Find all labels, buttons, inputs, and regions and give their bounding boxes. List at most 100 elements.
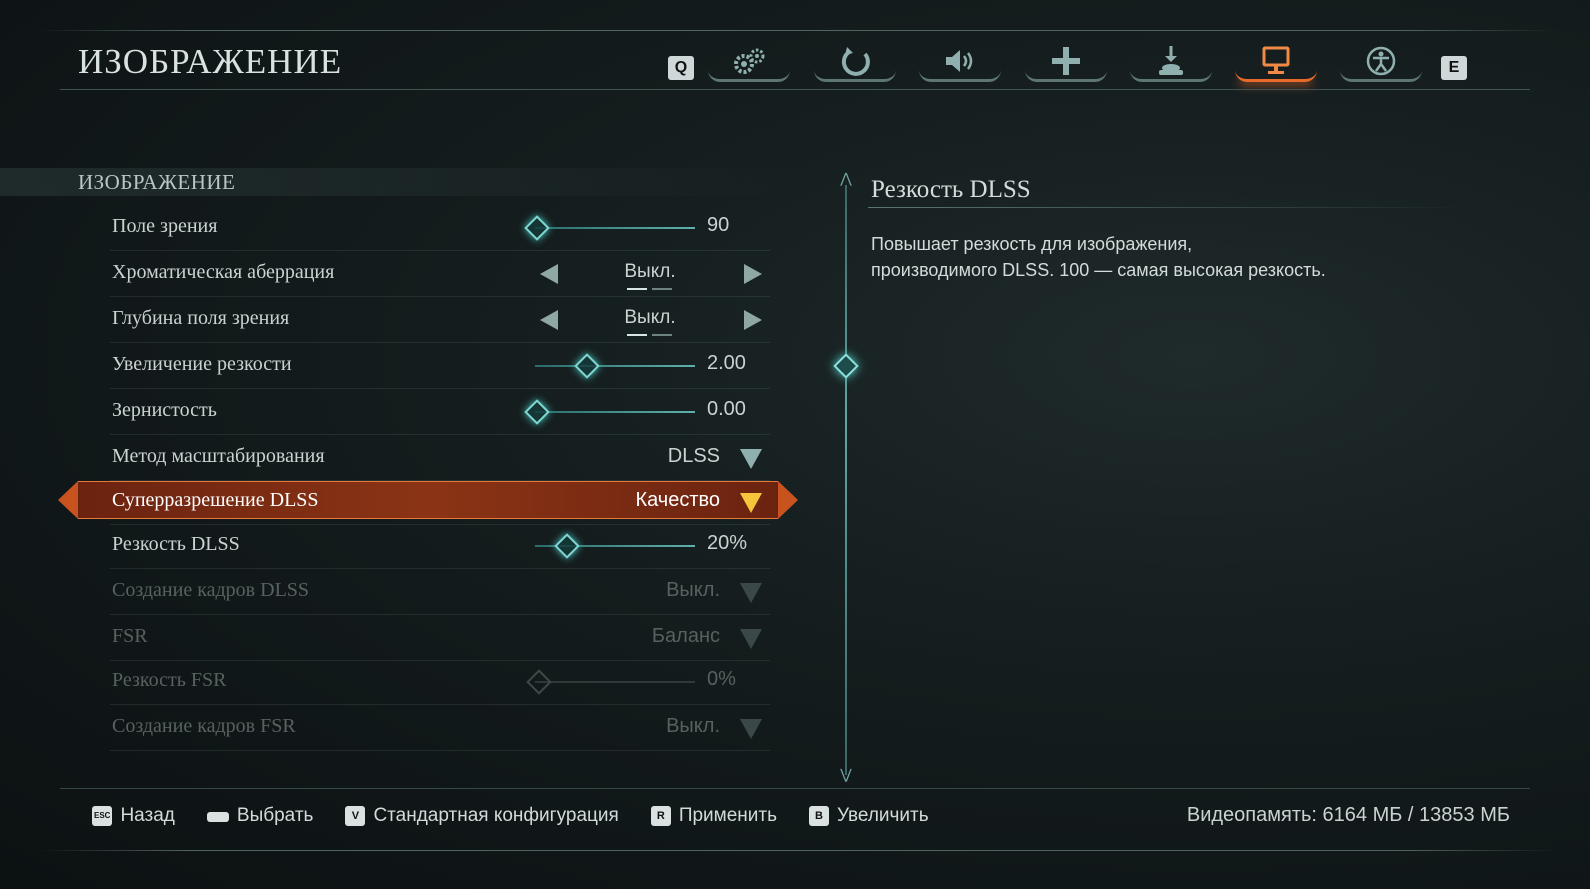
dropdown-arrow-icon — [740, 583, 762, 603]
setting-row-fsr-sharpness: Резкость FSR 0% — [110, 659, 770, 705]
controller-icon — [841, 47, 870, 76]
setting-label: Резкость DLSS — [112, 533, 240, 555]
setting-label: Поле зрения — [112, 215, 218, 237]
setting-label: Метод масштабирования — [112, 445, 325, 467]
setting-label: Резкость FSR — [112, 669, 227, 691]
setting-row-fsr-frame-generation: Создание кадров FSR Выкл. — [110, 705, 770, 751]
slider-value: 0% — [707, 668, 736, 690]
scroll-up-icon[interactable]: ⋀ — [837, 171, 855, 185]
slider-track[interactable] — [535, 227, 695, 229]
header-divider — [60, 89, 1530, 90]
setting-label: Увеличение резкости — [112, 353, 292, 375]
slider-value: 2.00 — [707, 352, 746, 374]
section-title: ИЗОБРАЖЕНИЕ — [78, 170, 236, 194]
setting-row-dlss-sharpness[interactable]: Резкость DLSS 20% — [110, 523, 770, 569]
page-title: ИЗОБРАЖЕНИЕ — [78, 42, 343, 81]
default-config-label: Стандартная конфигурация — [373, 805, 619, 826]
selection-cap-right — [778, 481, 798, 519]
tab-display[interactable] — [1235, 38, 1317, 84]
tab-game[interactable] — [708, 38, 790, 84]
top-frame-line — [38, 30, 1558, 31]
slider-knob[interactable] — [524, 215, 550, 241]
slider-knob[interactable] — [574, 353, 600, 379]
scrollbar-thumb[interactable] — [833, 353, 859, 379]
dropdown-arrow-icon[interactable] — [740, 493, 762, 513]
footer-prompts: ESC Назад Выбрать V Стандартная конфигур… — [92, 803, 961, 829]
slider-track[interactable] — [535, 365, 695, 367]
description-line: производимого DLSS. 100 — самая высокая … — [871, 260, 1326, 280]
toggle-value: Выкл. — [624, 261, 676, 282]
esc-key-icon: ESC — [92, 806, 113, 826]
slider-knob — [526, 669, 552, 695]
accessibility-icon — [1366, 46, 1396, 76]
slider-knob[interactable] — [554, 533, 580, 559]
setting-label: Глубина поля зрения — [112, 307, 290, 329]
scrollbar-track[interactable] — [845, 185, 847, 775]
slider-value: 20% — [707, 532, 748, 554]
prev-tab-key[interactable]: Q — [668, 56, 694, 80]
dropdown-arrow-icon — [740, 719, 762, 739]
toggle-indicator — [627, 334, 677, 336]
apply-button[interactable]: R Применить — [650, 805, 777, 827]
dpad-icon — [1052, 47, 1080, 75]
tab-audio[interactable] — [919, 38, 1001, 84]
monitor-icon — [1262, 46, 1290, 74]
setting-label: Создание кадров DLSS — [112, 579, 310, 601]
slider-value: 90 — [707, 214, 730, 236]
scroll-down-icon[interactable]: ⋁ — [837, 767, 855, 781]
setting-row-dlss-super-resolution[interactable]: Суперразрешение DLSS Качество — [58, 479, 798, 525]
setting-row-depth-of-field[interactable]: Глубина поля зрения Выкл. — [110, 297, 770, 343]
dropdown-value: Выкл. — [666, 715, 720, 737]
default-config-button[interactable]: V Стандартная конфигурация — [345, 805, 619, 827]
tab-controls[interactable] — [1025, 38, 1107, 84]
back-button[interactable]: ESC Назад — [92, 805, 175, 827]
setting-label: FSR — [112, 625, 148, 647]
apply-label: Применить — [678, 805, 777, 826]
tab-accessibility[interactable] — [1340, 38, 1422, 84]
dropdown-arrow-icon — [740, 629, 762, 649]
description-line: Повышает резкость для изображения, — [871, 234, 1193, 254]
setting-row-upscaling-method[interactable]: Метод масштабирования DLSS — [110, 435, 770, 481]
slider-track[interactable] — [535, 411, 695, 413]
arrow-left-icon[interactable] — [540, 310, 558, 330]
toggle-value: Выкл. — [624, 307, 676, 328]
enter-key-icon — [206, 812, 229, 822]
tab-input[interactable] — [1130, 38, 1212, 84]
dropdown-arrow-icon[interactable] — [740, 449, 762, 469]
dropdown-value: Выкл. — [666, 579, 720, 601]
arrow-right-icon[interactable] — [744, 264, 762, 284]
select-button[interactable]: Выбрать — [206, 805, 314, 827]
slider-track — [535, 681, 695, 683]
setting-label: Создание кадров FSR — [112, 715, 296, 737]
slider-knob[interactable] — [524, 399, 550, 425]
setting-row-fsr: FSR Баланс — [110, 615, 770, 661]
setting-label: Зернистость — [112, 399, 217, 421]
setting-label: Суперразрешение DLSS — [112, 489, 319, 511]
slider-value: 0.00 — [707, 398, 746, 420]
next-tab-key[interactable]: E — [1441, 56, 1467, 80]
description-text: Повышает резкость для изображения, произ… — [871, 231, 1431, 283]
description-title: Резкость DLSS — [871, 176, 1031, 203]
vram-usage: Видеопамять: 6164 МБ / 13853 МБ — [1186, 804, 1510, 826]
setting-row-sharpening[interactable]: Увеличение резкости 2.00 — [110, 343, 770, 389]
v-key-icon: V — [345, 806, 366, 826]
gears-icon — [734, 48, 765, 74]
dropdown-value: DLSS — [667, 445, 720, 467]
setting-row-dlss-frame-generation: Создание кадров DLSS Выкл. — [110, 569, 770, 615]
select-label: Выбрать — [236, 805, 314, 826]
dropdown-value: Качество — [635, 489, 720, 511]
r-key-icon: R — [650, 806, 671, 826]
description-divider — [868, 207, 1468, 208]
tab-controller[interactable] — [814, 38, 896, 84]
zoom-button[interactable]: B Увеличить — [809, 805, 929, 827]
arrow-right-icon[interactable] — [744, 310, 762, 330]
arrow-left-icon[interactable] — [540, 264, 558, 284]
setting-row-fov[interactable]: Поле зрения 90 — [110, 205, 770, 251]
setting-row-chromatic-aberration[interactable]: Хроматическая аберрация Выкл. — [110, 251, 770, 297]
footer-divider — [60, 788, 1530, 789]
toggle-indicator — [627, 288, 677, 290]
dropdown-value: Баланс — [651, 625, 720, 647]
selection-cap-left — [58, 481, 78, 519]
b-key-icon: B — [809, 806, 829, 826]
setting-row-film-grain[interactable]: Зернистость 0.00 — [110, 389, 770, 435]
